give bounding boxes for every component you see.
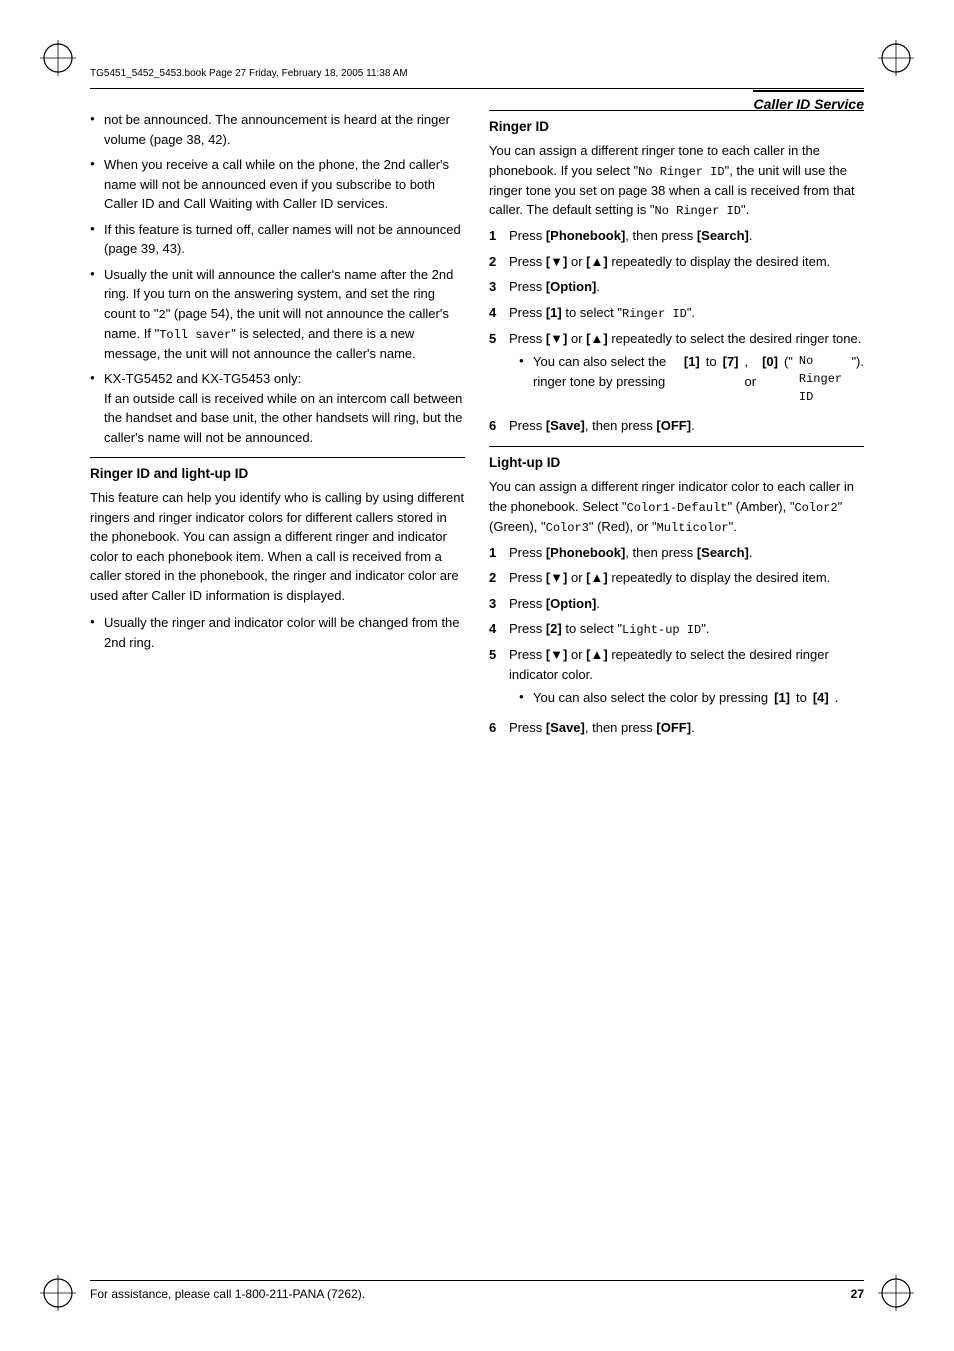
bullet-item-1: not be announced. The announcement is he… — [90, 110, 465, 149]
right-column: Ringer ID You can assign a different rin… — [489, 110, 864, 1251]
lightup-bullet-1: Usually the ringer and indicator color w… — [90, 613, 465, 652]
step-num: 3 — [489, 594, 503, 614]
step-content: Press [Option]. — [509, 594, 864, 614]
bullet-item-3: If this feature is turned off, caller na… — [90, 220, 465, 259]
step-content: Press [Save], then press [OFF]. — [509, 718, 864, 738]
corner-mark-br — [878, 1275, 914, 1311]
lightup-id-intro: You can assign a different ringer indica… — [489, 477, 864, 537]
bullet-item-5: KX-TG5452 and KX-TG5453 only:If an outsi… — [90, 369, 465, 447]
ringer-step-5-subbullets: You can also select the ringer tone by p… — [519, 352, 864, 406]
lightup-id-heading: Light-up ID — [489, 446, 864, 473]
step-num: 6 — [489, 416, 503, 436]
step-num: 5 — [489, 645, 503, 712]
ringer-id-steps: 1 Press [Phonebook], then press [Search]… — [489, 226, 864, 436]
bullet-item-2: When you receive a call while on the pho… — [90, 155, 465, 214]
header-meta: TG5451_5452_5453.book Page 27 Friday, Fe… — [90, 68, 408, 79]
step-content: Press [▼] or [▲] repeatedly to display t… — [509, 568, 864, 588]
step-num: 4 — [489, 303, 503, 323]
ringer-id-lightup-heading: Ringer ID and light-up ID — [90, 457, 465, 484]
lightup-sub-bullets: Usually the ringer and indicator color w… — [90, 613, 465, 652]
footer: For assistance, please call 1-800-211-PA… — [90, 1280, 864, 1301]
step-content: Press [▼] or [▲] repeatedly to select th… — [509, 645, 864, 712]
page-title: Caller ID Service — [753, 90, 864, 112]
step-num: 6 — [489, 718, 503, 738]
left-column: not be announced. The announcement is he… — [90, 110, 465, 1251]
header-line: TG5451_5452_5453.book Page 27 Friday, Fe… — [90, 68, 408, 79]
step-content: Press [Option]. — [509, 277, 864, 297]
ringer-step-6: 6 Press [Save], then press [OFF]. — [489, 416, 864, 436]
step-content: Press [Phonebook], then press [Search]. — [509, 226, 864, 246]
step-num: 1 — [489, 226, 503, 246]
step-content: Press [▼] or [▲] repeatedly to select th… — [509, 329, 864, 411]
lightup-step-3: 3 Press [Option]. — [489, 594, 864, 614]
main-content: not be announced. The announcement is he… — [90, 110, 864, 1251]
step-num: 2 — [489, 252, 503, 272]
step-num: 3 — [489, 277, 503, 297]
step-content: Press [1] to select "Ringer ID". — [509, 303, 864, 323]
corner-mark-tr — [878, 40, 914, 76]
ringer-id-intro: You can assign a different ringer tone t… — [489, 141, 864, 220]
intro-bullet-list: not be announced. The announcement is he… — [90, 110, 465, 447]
step-num: 1 — [489, 543, 503, 563]
lightup-step-5: 5 Press [▼] or [▲] repeatedly to select … — [489, 645, 864, 712]
lightup-step-4: 4 Press [2] to select "Light-up ID". — [489, 619, 864, 639]
step-num: 5 — [489, 329, 503, 411]
page: TG5451_5452_5453.book Page 27 Friday, Fe… — [0, 0, 954, 1351]
ringer-step-4: 4 Press [1] to select "Ringer ID". — [489, 303, 864, 323]
ringer-step-5-sub1: You can also select the ringer tone by p… — [519, 352, 864, 406]
corner-mark-bl — [40, 1275, 76, 1311]
ringer-step-1: 1 Press [Phonebook], then press [Search]… — [489, 226, 864, 246]
footer-text: For assistance, please call 1-800-211-PA… — [90, 1287, 365, 1301]
ringer-step-2: 2 Press [▼] or [▲] repeatedly to display… — [489, 252, 864, 272]
lightup-step-5-subbullets: You can also select the color by pressin… — [519, 688, 864, 708]
step-content: Press [2] to select "Light-up ID". — [509, 619, 864, 639]
step-content: Press [▼] or [▲] repeatedly to display t… — [509, 252, 864, 272]
step-content: Press [Phonebook], then press [Search]. — [509, 543, 864, 563]
lightup-id-steps: 1 Press [Phonebook], then press [Search]… — [489, 543, 864, 738]
ringer-step-3: 3 Press [Option]. — [489, 277, 864, 297]
ringer-id-lightup-intro: This feature can help you identify who i… — [90, 488, 465, 605]
bullet-item-4: Usually the unit will announce the calle… — [90, 265, 465, 364]
step-content: Press [Save], then press [OFF]. — [509, 416, 864, 436]
lightup-step-5-sub1: You can also select the color by pressin… — [519, 688, 864, 708]
step-num: 2 — [489, 568, 503, 588]
lightup-step-1: 1 Press [Phonebook], then press [Search]… — [489, 543, 864, 563]
top-rule — [90, 88, 864, 89]
corner-mark-tl — [40, 40, 76, 76]
lightup-step-2: 2 Press [▼] or [▲] repeatedly to display… — [489, 568, 864, 588]
lightup-step-6: 6 Press [Save], then press [OFF]. — [489, 718, 864, 738]
step-num: 4 — [489, 619, 503, 639]
ringer-id-heading: Ringer ID — [489, 110, 864, 137]
page-number: 27 — [851, 1287, 864, 1301]
ringer-step-5: 5 Press [▼] or [▲] repeatedly to select … — [489, 329, 864, 411]
